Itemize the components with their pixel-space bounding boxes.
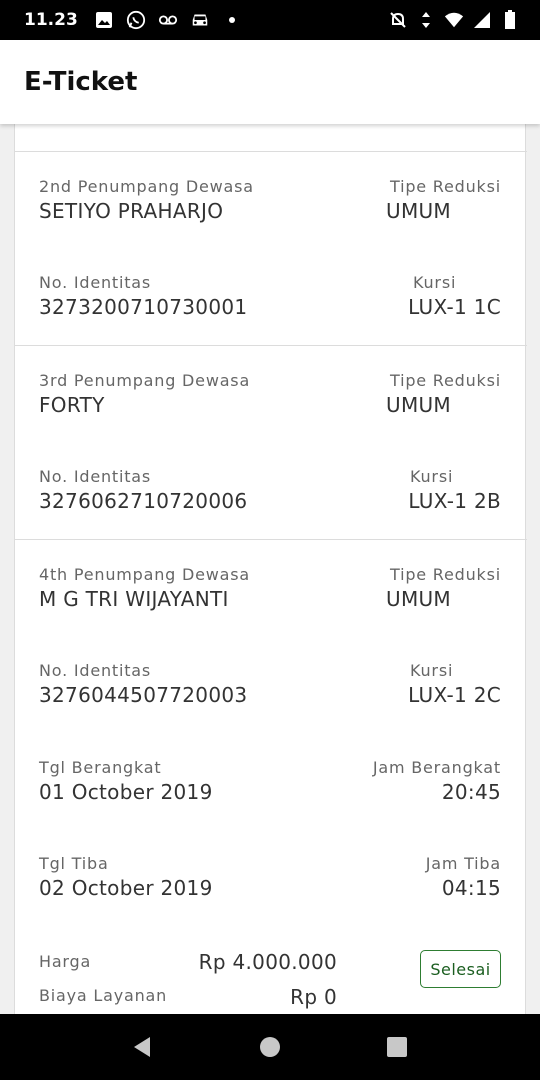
- passenger-title: 4th Penumpang Dewasa: [39, 565, 251, 584]
- system-nav-bar: [0, 1014, 540, 1080]
- id-number: 3276062710720006: [39, 489, 248, 513]
- arrive-time-label: Jam Tiba: [425, 854, 501, 873]
- depart-date: 01 October 2019: [39, 780, 213, 804]
- signal-icon: [472, 10, 492, 30]
- seat-value: LUX-1 2C: [408, 683, 501, 707]
- arrive-time: 04:15: [441, 876, 501, 900]
- passenger-name: M G TRI WIJAYANTI: [39, 587, 229, 611]
- id-number: 3273200710730001: [39, 295, 248, 319]
- reduction-value: UMUM: [386, 393, 451, 417]
- id-number: 3276044507720003: [39, 683, 248, 707]
- app-bar: E-Ticket: [0, 40, 540, 124]
- service-fee-value: Rp 0: [290, 985, 337, 1009]
- price-label: Harga: [39, 952, 92, 971]
- status-time: 11.23: [24, 10, 78, 30]
- reduction-value: UMUM: [386, 587, 451, 611]
- id-label: No. Identitas: [39, 467, 152, 486]
- page-title: E-Ticket: [24, 67, 138, 97]
- whatsapp-icon: [126, 10, 146, 30]
- dot-icon: [222, 10, 242, 30]
- depart-time-label: Jam Berangkat: [372, 758, 501, 777]
- depart-date-label: Tgl Berangkat: [39, 758, 162, 777]
- back-icon[interactable]: [123, 1027, 163, 1067]
- ticket-card: 2nd Penumpang Dewasa Tipe Reduksi SETIYO…: [14, 124, 527, 1014]
- image-icon: [94, 10, 114, 30]
- car-icon: [190, 10, 210, 30]
- depart-time: 20:45: [441, 780, 501, 804]
- battery-icon: [500, 10, 520, 30]
- seat-value: LUX-1 1C: [408, 295, 501, 319]
- seat-value: LUX-1 2B: [408, 489, 501, 513]
- status-bar: 11.23: [0, 0, 540, 40]
- reduction-value: UMUM: [386, 199, 451, 223]
- service-fee-label: Biaya Layanan: [39, 986, 168, 1005]
- divider: [15, 151, 527, 152]
- voicemail-icon: [158, 10, 178, 30]
- seat-label: Kursi: [410, 661, 454, 680]
- seat-label: Kursi: [413, 273, 457, 292]
- passenger-title: 3rd Penumpang Dewasa: [39, 371, 251, 390]
- passenger-name: SETIYO PRAHARJO: [39, 199, 224, 223]
- arrive-date: 02 October 2019: [39, 876, 213, 900]
- mute-icon: [388, 10, 408, 30]
- wifi-icon: [444, 10, 464, 30]
- arrive-date-label: Tgl Tiba: [39, 854, 109, 873]
- id-label: No. Identitas: [39, 273, 152, 292]
- divider: [15, 345, 527, 346]
- home-icon[interactable]: [250, 1027, 290, 1067]
- ticket-content[interactable]: 2nd Penumpang Dewasa Tipe Reduksi SETIYO…: [0, 124, 540, 1014]
- price-value: Rp 4.000.000: [198, 950, 337, 974]
- reduction-label: Tipe Reduksi: [390, 177, 501, 196]
- id-label: No. Identitas: [39, 661, 152, 680]
- reduction-label: Tipe Reduksi: [390, 565, 501, 584]
- reduction-label: Tipe Reduksi: [390, 371, 501, 390]
- divider: [15, 539, 527, 540]
- recents-icon[interactable]: [377, 1027, 417, 1067]
- status-badge: Selesai: [420, 950, 501, 988]
- passenger-title: 2nd Penumpang Dewasa: [39, 177, 254, 196]
- passenger-name: FORTY: [39, 393, 105, 417]
- data-arrows-icon: [416, 10, 436, 30]
- seat-label: Kursi: [410, 467, 454, 486]
